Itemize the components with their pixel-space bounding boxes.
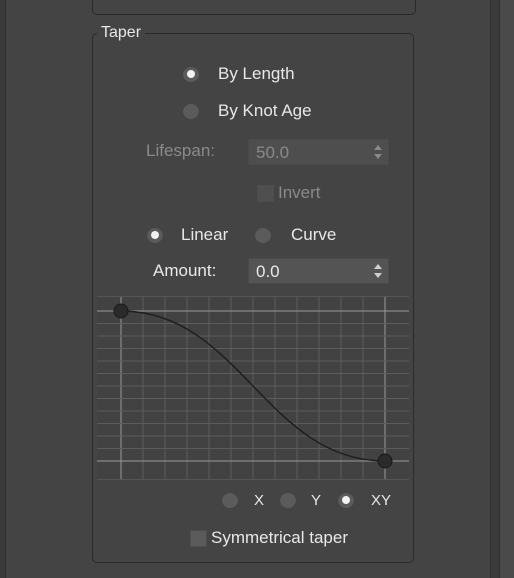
symmetrical-taper-label: Symmetrical taper (211, 528, 348, 547)
linear-radio[interactable] (147, 227, 163, 243)
panel-scroll-divider[interactable] (490, 0, 500, 578)
symmetrical-taper-checkbox[interactable] (190, 530, 207, 547)
symmetrical-taper-option[interactable]: Symmetrical taper (190, 528, 390, 550)
curve-start-point[interactable] (113, 303, 129, 319)
linear-label: Linear (181, 225, 229, 244)
axis-x-label: X (254, 492, 265, 509)
axis-xy-option[interactable]: XY (338, 490, 398, 512)
by-knot-age-radio[interactable] (183, 103, 199, 119)
taper-curve-graph[interactable] (97, 296, 409, 480)
amount-value: 0.0 (256, 262, 280, 281)
curve-end-point[interactable] (377, 453, 393, 469)
lifespan-label: Lifespan: (146, 141, 215, 160)
curve-radio[interactable] (255, 227, 271, 243)
invert-label: Invert (278, 183, 321, 202)
previous-rollout-bottom (92, 0, 416, 15)
right-strip (500, 0, 514, 578)
curve-option[interactable]: Curve (255, 225, 365, 247)
axis-xy-radio[interactable] (338, 492, 354, 508)
invert-checkbox[interactable] (257, 185, 274, 202)
lifespan-value: 50.0 (256, 143, 290, 162)
axis-y-radio[interactable] (280, 492, 296, 508)
lifespan-spinner-arrows-icon[interactable] (374, 145, 382, 159)
by-knot-age-label: By Knot Age (218, 101, 312, 120)
by-length-option[interactable]: By Length (183, 64, 333, 86)
taper-group-title: Taper (97, 24, 146, 42)
amount-spinner-arrows-icon[interactable] (374, 264, 382, 278)
axis-xy-label: XY (371, 492, 392, 509)
linear-option[interactable]: Linear (147, 225, 247, 247)
by-length-label: By Length (218, 64, 295, 83)
by-knot-age-option[interactable]: By Knot Age (183, 101, 343, 123)
amount-label: Amount: (153, 261, 217, 280)
by-length-radio[interactable] (183, 66, 199, 82)
taper-curve-svg[interactable] (97, 297, 409, 479)
axis-y-label: Y (311, 492, 322, 509)
invert-option[interactable]: Invert (257, 183, 347, 205)
amount-spinner[interactable]: 0.0 (248, 258, 389, 284)
lifespan-spinner[interactable]: 50.0 (248, 139, 389, 165)
axis-x-option[interactable]: X (222, 490, 270, 512)
axis-y-option[interactable]: Y (280, 490, 328, 512)
axis-x-radio[interactable] (222, 492, 238, 508)
curve-label: Curve (291, 225, 337, 244)
